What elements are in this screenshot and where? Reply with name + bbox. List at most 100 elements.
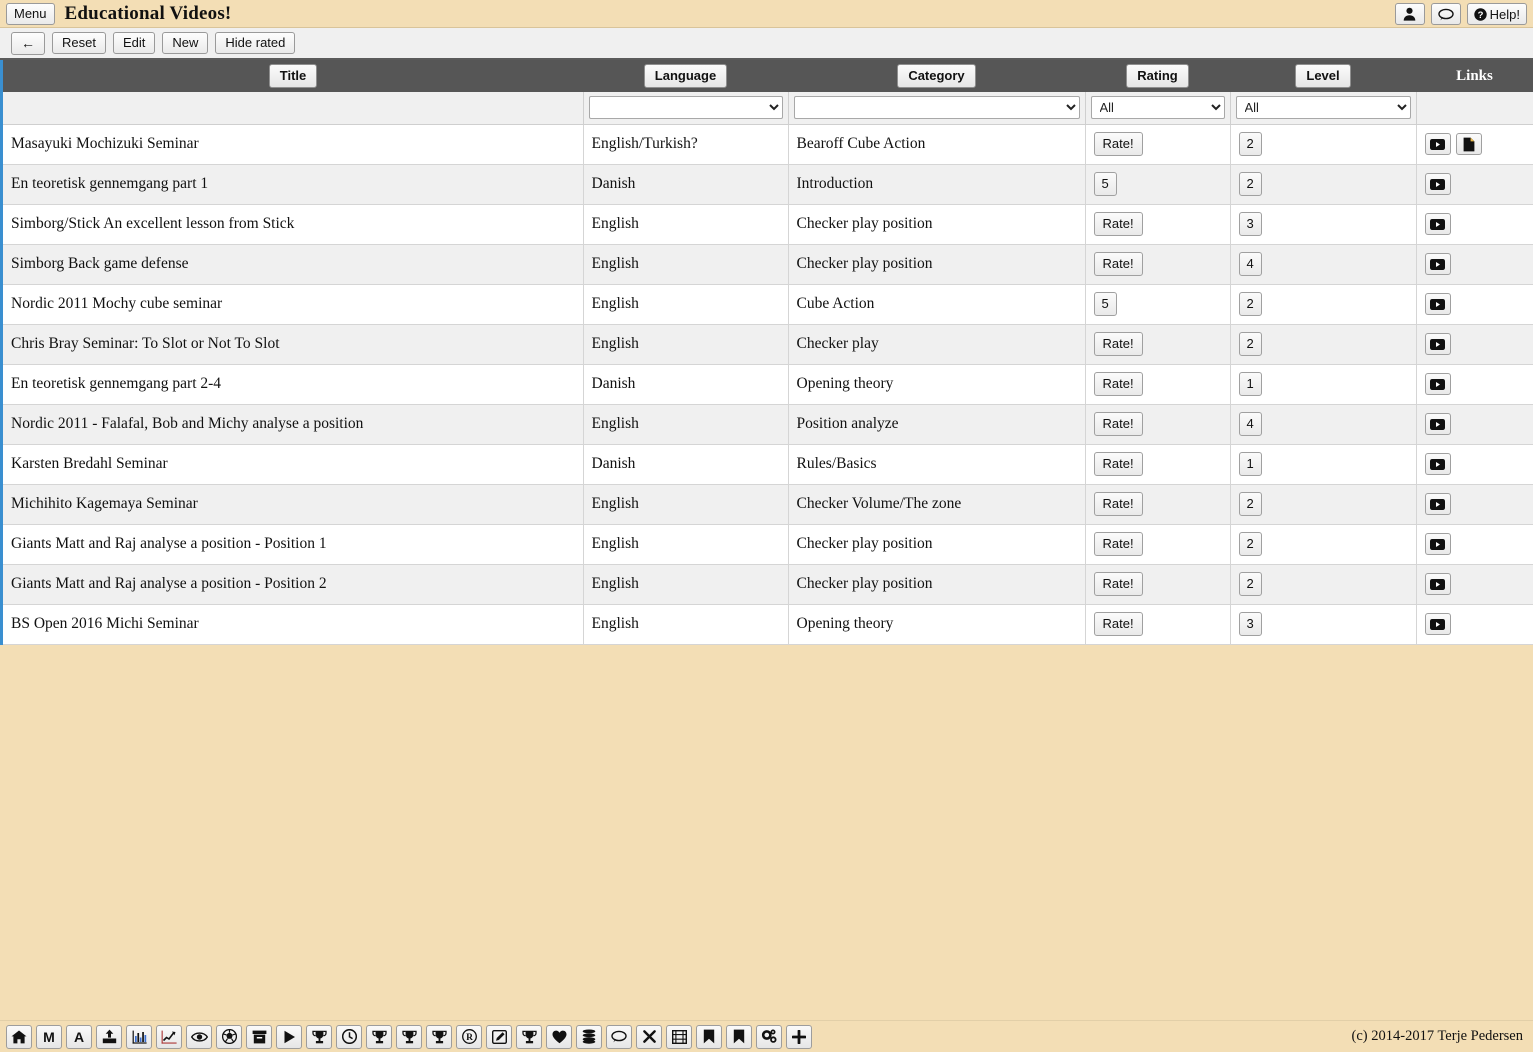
cell-title[interactable]: Giants Matt and Raj analyse a position -… [3, 524, 584, 565]
hide-rated-button[interactable]: Hide rated [215, 32, 296, 54]
rate-button[interactable]: Rate! [1093, 452, 1143, 476]
line-chart-icon[interactable] [156, 1024, 182, 1049]
registered-icon[interactable]: R [456, 1024, 482, 1049]
bookmark-icon[interactable] [726, 1024, 752, 1049]
heart-icon[interactable] [546, 1024, 572, 1049]
sort-level-button[interactable]: Level [1295, 64, 1351, 88]
play-icon[interactable] [276, 1024, 302, 1049]
rate-button[interactable]: Rate! [1093, 252, 1143, 276]
upload-icon[interactable] [96, 1024, 122, 1049]
level-button[interactable]: 1 [1238, 372, 1262, 396]
video-icon[interactable] [1424, 253, 1451, 275]
video-icon[interactable] [1424, 293, 1451, 315]
cell-title[interactable]: Chris Bray Seminar: To Slot or Not To Sl… [3, 324, 584, 365]
help-button[interactable]: ? Help! [1466, 3, 1527, 25]
rate-button[interactable]: Rate! [1093, 372, 1143, 396]
home-icon[interactable] [6, 1024, 32, 1049]
video-icon[interactable] [1424, 413, 1451, 435]
reset-button[interactable]: Reset [52, 32, 106, 54]
rate-button[interactable]: Rate! [1093, 532, 1143, 556]
cell-title[interactable]: Simborg Back game defense [3, 244, 584, 285]
database-icon[interactable] [576, 1024, 602, 1049]
video-icon[interactable] [1424, 373, 1451, 395]
sort-title-button[interactable]: Title [268, 64, 318, 88]
category-filter-select[interactable]: Bearoff Cube ActionIntroductionChecker p… [793, 96, 1080, 120]
close-x-icon[interactable] [636, 1024, 662, 1049]
video-icon[interactable] [1424, 533, 1451, 555]
rate-button[interactable]: Rate! [1093, 412, 1143, 436]
level-filter-select[interactable]: All1234 [1235, 96, 1411, 120]
edit-pencil-icon[interactable] [486, 1024, 512, 1049]
cell-title[interactable]: Nordic 2011 - Falafal, Bob and Michy ana… [3, 404, 584, 445]
level-button[interactable]: 3 [1238, 612, 1262, 636]
cell-title[interactable]: Simborg/Stick An excellent lesson from S… [3, 204, 584, 245]
level-button[interactable]: 1 [1238, 452, 1262, 476]
bar-chart-icon[interactable] [126, 1024, 152, 1049]
trophy-icon[interactable] [366, 1024, 392, 1049]
trophy-icon[interactable] [306, 1024, 332, 1049]
cell-category: Bearoff Cube Action [788, 124, 1086, 165]
rate-button[interactable]: Rate! [1093, 212, 1143, 236]
letter-m-icon[interactable]: M [36, 1024, 62, 1049]
user-icon[interactable] [1394, 3, 1425, 25]
document-icon[interactable] [1455, 133, 1482, 155]
clock-icon[interactable] [336, 1024, 362, 1049]
cell-title[interactable]: Giants Matt and Raj analyse a position -… [3, 564, 584, 605]
bookmark-icon[interactable] [696, 1024, 722, 1049]
level-button[interactable]: 4 [1238, 412, 1262, 436]
level-button[interactable]: 2 [1238, 572, 1262, 596]
rate-button[interactable]: Rate! [1093, 132, 1143, 156]
new-button[interactable]: New [162, 32, 209, 54]
level-button[interactable]: 2 [1238, 172, 1262, 196]
rating-value-button[interactable]: 5 [1093, 172, 1117, 196]
video-icon[interactable] [1424, 133, 1451, 155]
soccer-ball-icon[interactable] [216, 1024, 242, 1049]
level-button[interactable]: 2 [1238, 332, 1262, 356]
film-icon[interactable] [666, 1024, 692, 1049]
level-button[interactable]: 3 [1238, 212, 1262, 236]
level-button[interactable]: 2 [1238, 532, 1262, 556]
video-icon[interactable] [1424, 213, 1451, 235]
trophy-icon[interactable] [516, 1024, 542, 1049]
cell-title[interactable]: Nordic 2011 Mochy cube seminar [3, 284, 584, 325]
rate-button[interactable]: Rate! [1093, 612, 1143, 636]
video-icon[interactable] [1424, 613, 1451, 635]
edit-button[interactable]: Edit [112, 32, 156, 54]
rate-button[interactable]: Rate! [1093, 332, 1143, 356]
video-icon[interactable] [1424, 573, 1451, 595]
video-icon[interactable] [1424, 493, 1451, 515]
menu-button[interactable]: Menu [6, 2, 55, 25]
cell-title[interactable]: Karsten Bredahl Seminar [3, 444, 584, 485]
eye-icon[interactable] [186, 1024, 212, 1049]
cell-title[interactable]: Masayuki Mochizuki Seminar [3, 124, 584, 165]
sort-language-button[interactable]: Language [643, 64, 728, 88]
letter-a-icon[interactable]: A [66, 1024, 92, 1049]
cell-title[interactable]: BS Open 2016 Michi Seminar [3, 604, 584, 645]
chat-bubble-icon[interactable] [1430, 3, 1461, 25]
chat-bubble-icon[interactable] [606, 1024, 632, 1049]
trophy-icon[interactable] [426, 1024, 452, 1049]
cell-title[interactable]: En teoretisk gennemgang part 1 [3, 164, 584, 205]
cell-title[interactable]: En teoretisk gennemgang part 2-4 [3, 364, 584, 405]
cell-category: Checker play position [788, 564, 1086, 605]
rating-value-button[interactable]: 5 [1093, 292, 1117, 316]
video-icon[interactable] [1424, 173, 1451, 195]
sort-category-button[interactable]: Category [897, 64, 976, 88]
level-button[interactable]: 2 [1238, 132, 1262, 156]
level-button[interactable]: 2 [1238, 492, 1262, 516]
trophy-icon[interactable] [396, 1024, 422, 1049]
sort-rating-button[interactable]: Rating [1126, 64, 1189, 88]
rating-filter-select[interactable]: All12345 [1090, 96, 1225, 120]
level-button[interactable]: 4 [1238, 252, 1262, 276]
plus-icon[interactable] [786, 1024, 812, 1049]
rate-button[interactable]: Rate! [1093, 572, 1143, 596]
gears-icon[interactable] [756, 1024, 782, 1049]
rate-button[interactable]: Rate! [1093, 492, 1143, 516]
video-icon[interactable] [1424, 333, 1451, 355]
archive-box-icon[interactable] [246, 1024, 272, 1049]
cell-title[interactable]: Michihito Kagemaya Seminar [3, 484, 584, 525]
language-filter-select[interactable]: EnglishDanishEnglish/Turkish? [588, 96, 783, 120]
level-button[interactable]: 2 [1238, 292, 1262, 316]
back-button[interactable]: ← [11, 31, 45, 55]
video-icon[interactable] [1424, 453, 1451, 475]
